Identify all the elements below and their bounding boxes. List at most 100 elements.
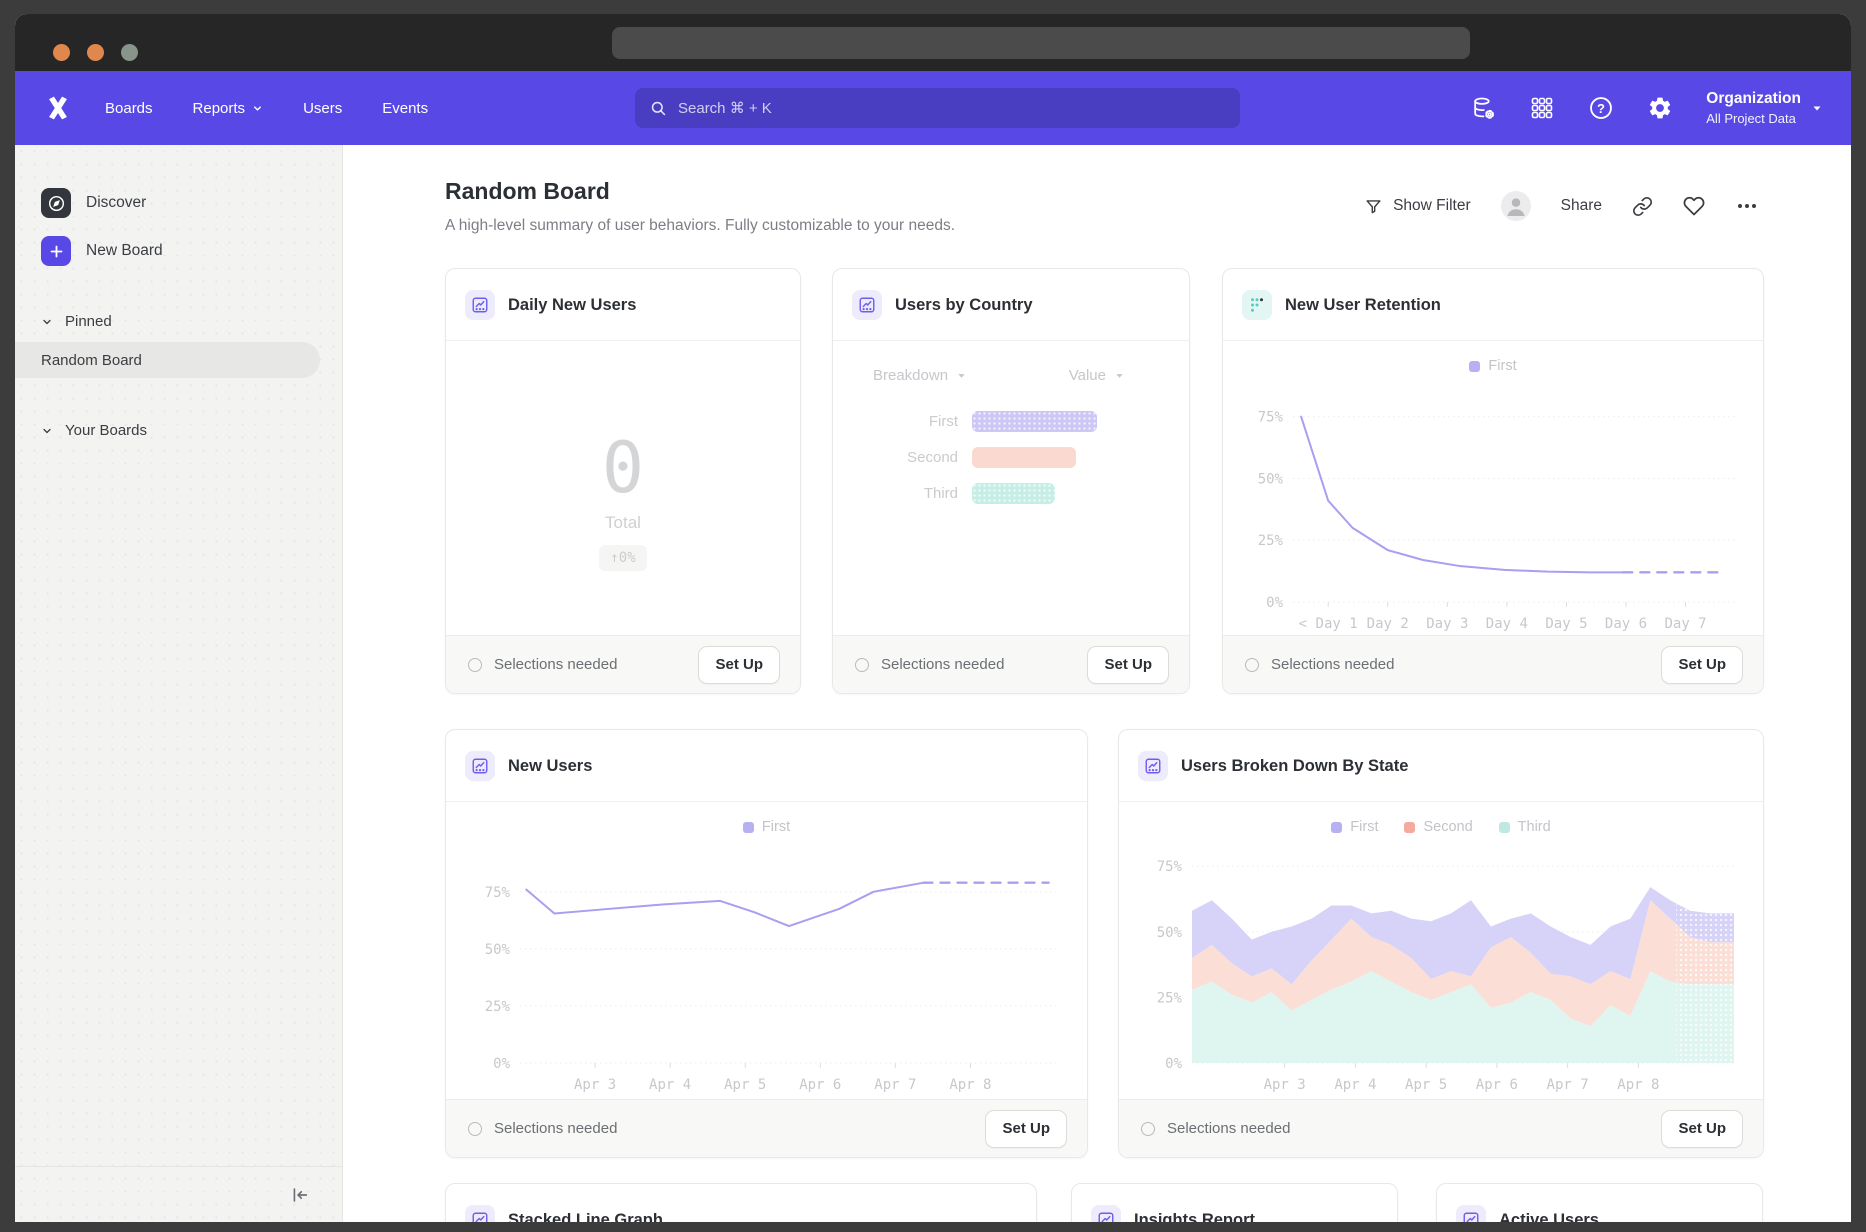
line-chart-icon — [852, 290, 882, 320]
card-title: Insights Report — [1134, 1211, 1255, 1223]
card-daily-new-users: Daily New Users 0 Total ↑0% Selections n… — [445, 268, 801, 694]
sidebar-your-boards-label: Your Boards — [65, 422, 147, 439]
sidebar-section-your-boards[interactable]: Your Boards — [15, 414, 342, 447]
svg-text:Day 2: Day 2 — [1367, 616, 1409, 632]
legend-swatch — [1331, 822, 1342, 833]
help-icon[interactable]: ? — [1588, 95, 1614, 121]
svg-text:50%: 50% — [484, 942, 510, 958]
show-filter-button[interactable]: Show Filter — [1364, 197, 1471, 216]
metric-change-badge: ↑0% — [599, 545, 646, 571]
sidebar-random-board-label: Random Board — [41, 352, 142, 369]
set-up-button[interactable]: Set Up — [1661, 646, 1743, 684]
breakdown-dropdown[interactable]: Breakdown — [873, 367, 967, 384]
retention-grid-icon — [1242, 290, 1272, 320]
org-scope: All Project Data — [1706, 111, 1801, 126]
sidebar-footer — [15, 1166, 342, 1222]
mixpanel-logo-icon[interactable] — [45, 93, 75, 123]
legend-swatch — [1469, 361, 1480, 372]
svg-text:Apr 7: Apr 7 — [1547, 1077, 1589, 1093]
sidebar-item-random-board[interactable]: Random Board — [15, 342, 320, 378]
svg-text:75%: 75% — [484, 885, 510, 901]
card-title: Users by Country — [895, 296, 1033, 315]
stacked-area-chart: 75%50%25%0%Apr 3Apr 4Apr 5Apr 6Apr 7Apr … — [1134, 843, 1748, 1095]
set-up-button[interactable]: Set Up — [985, 1110, 1067, 1148]
board-actions: Show Filter Share — [1364, 191, 1759, 221]
card-title: New User Retention — [1285, 296, 1441, 315]
chevron-down-icon — [1114, 370, 1125, 381]
nav-item-users[interactable]: Users — [303, 100, 342, 117]
status-circle-icon — [855, 658, 869, 672]
apps-grid-icon[interactable] — [1529, 95, 1555, 121]
legend-label: Second — [1423, 819, 1472, 835]
nav-item-reports[interactable]: Reports — [193, 100, 264, 117]
retention-line-chart: 75%50%25%0%< Day 1Day 2Day 3Day 4Day 5Da… — [1235, 382, 1751, 634]
nav-item-users-label: Users — [303, 100, 342, 117]
nav-item-boards[interactable]: Boards — [105, 100, 153, 117]
share-button[interactable]: Share — [1561, 197, 1602, 215]
status-label: Selections needed — [494, 656, 617, 673]
legend-label: First — [1350, 819, 1378, 835]
legend-swatch — [743, 822, 754, 833]
address-bar[interactable] — [612, 27, 1470, 59]
sidebar: Discover New Board Pinned Random Board Y… — [15, 145, 343, 1222]
bar-third — [972, 483, 1055, 504]
svg-text:Day 6: Day 6 — [1605, 616, 1647, 632]
favorite-heart-icon[interactable] — [1683, 195, 1705, 217]
window-zoom-button[interactable] — [121, 44, 138, 61]
set-up-button[interactable]: Set Up — [1087, 646, 1169, 684]
browser-titlebar — [15, 14, 1851, 71]
status-circle-icon — [468, 658, 482, 672]
svg-text:Apr 5: Apr 5 — [1405, 1077, 1447, 1093]
chart-legend: First — [446, 819, 1087, 835]
set-up-button[interactable]: Set Up — [1661, 1110, 1743, 1148]
bar-label: Third — [833, 485, 958, 502]
bar-row: First — [833, 410, 1189, 432]
svg-text:Apr 3: Apr 3 — [573, 1077, 615, 1093]
selections-needed-status: Selections needed — [1141, 1120, 1290, 1137]
settings-gear-icon[interactable] — [1647, 95, 1673, 121]
legend-item-first: First — [1469, 358, 1516, 374]
org-name: Organization — [1706, 90, 1801, 108]
status-circle-icon — [1245, 658, 1259, 672]
line-chart-icon — [465, 290, 495, 320]
more-options-icon[interactable] — [1735, 194, 1759, 218]
bar-first — [972, 411, 1097, 432]
search-input[interactable]: Search ⌘ + K — [635, 88, 1240, 128]
svg-text:Apr 3: Apr 3 — [1264, 1077, 1306, 1093]
sidebar-item-discover[interactable]: Discover — [15, 179, 342, 227]
set-up-button[interactable]: Set Up — [698, 646, 780, 684]
svg-text:25%: 25% — [1157, 990, 1183, 1006]
svg-text:Apr 7: Apr 7 — [874, 1077, 916, 1093]
chevron-down-icon — [956, 370, 967, 381]
bar-label: Second — [833, 449, 958, 466]
collapse-sidebar-icon[interactable] — [288, 1184, 310, 1206]
svg-text:< Day 1: < Day 1 — [1299, 616, 1358, 632]
svg-text:0%: 0% — [1266, 595, 1283, 611]
copy-link-icon[interactable] — [1632, 196, 1653, 217]
search-icon — [649, 99, 668, 118]
top-nav: Boards Reports Users Events Search ⌘ + K — [15, 71, 1851, 145]
window-minimize-button[interactable] — [87, 44, 104, 61]
sidebar-item-new-board[interactable]: New Board — [15, 227, 342, 275]
status-label: Selections needed — [494, 1120, 617, 1137]
data-management-icon[interactable] — [1470, 95, 1496, 121]
org-switcher[interactable]: Organization All Project Data — [1706, 90, 1823, 126]
discover-compass-icon — [41, 188, 71, 218]
window-close-button[interactable] — [53, 44, 70, 61]
line-chart-icon — [465, 751, 495, 781]
card-title: New Users — [508, 757, 592, 776]
legend-label: Third — [1518, 819, 1551, 835]
status-label: Selections needed — [1167, 1120, 1290, 1137]
chevron-down-icon — [41, 425, 53, 437]
svg-text:Apr 6: Apr 6 — [799, 1077, 841, 1093]
sidebar-pinned-label: Pinned — [65, 313, 112, 330]
card-footer: Selections needed Set Up — [446, 1099, 1087, 1157]
window-controls — [53, 44, 138, 61]
sidebar-section-pinned[interactable]: Pinned — [15, 305, 342, 338]
value-dropdown[interactable]: Value — [1069, 367, 1125, 384]
nav-item-events[interactable]: Events — [382, 100, 428, 117]
svg-text:0%: 0% — [1165, 1056, 1182, 1072]
bar-row: Third — [833, 482, 1189, 504]
card-title: Active Users — [1499, 1211, 1599, 1223]
avatar[interactable] — [1501, 191, 1531, 221]
